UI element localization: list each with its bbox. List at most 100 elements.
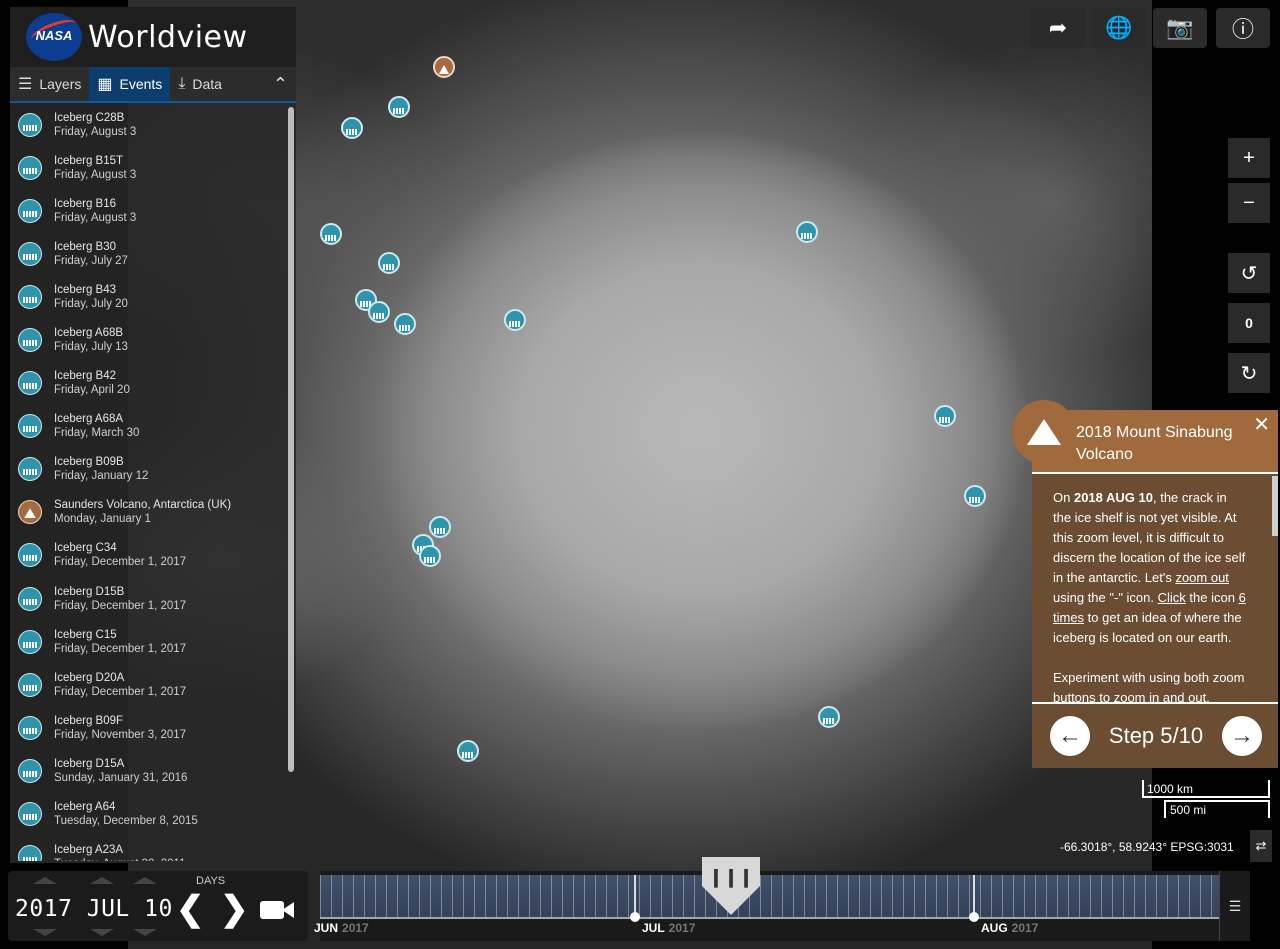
sidebar: NASA Worldview ☰ Layers ▦ Events ⤓ Data … [10, 7, 296, 863]
collapse-sidebar-button[interactable]: ⌃ [265, 67, 296, 101]
iceberg-marker[interactable] [368, 301, 390, 323]
iceberg-icon [18, 371, 42, 396]
event-name: Iceberg A68A [54, 413, 124, 426]
iceberg-marker[interactable] [419, 545, 441, 567]
iceberg-icon [18, 758, 42, 783]
day-down-arrow[interactable] [133, 929, 157, 936]
previous-day-button[interactable]: ❮ [176, 889, 205, 929]
event-text: Iceberg A68A Friday, March 30 [54, 412, 139, 440]
tab-label: Layers [39, 76, 82, 92]
iceberg-marker[interactable] [378, 252, 400, 274]
next-step-button[interactable]: → [1222, 716, 1262, 756]
event-list-scrollbar[interactable] [288, 107, 294, 772]
month-down-arrow[interactable] [90, 929, 114, 936]
iceberg-marker[interactable] [394, 313, 416, 335]
event-list-item[interactable]: Iceberg B09B Friday, January 12 [10, 448, 286, 491]
iceberg-marker[interactable] [818, 706, 840, 728]
iceberg-marker[interactable] [796, 221, 818, 243]
coordinates-readout: -66.3018°, 58.9243° EPSG:3031 [1060, 840, 1234, 854]
event-list-item[interactable]: Iceberg B15T Friday, August 3 [10, 146, 286, 189]
event-list-item[interactable]: Iceberg C34 Friday, December 1, 2017 [10, 534, 286, 577]
date-selector: 2017 JUL 10 DAYS ❮ ❯ [8, 871, 308, 941]
share-button[interactable]: ➦ [1031, 8, 1085, 48]
rotate-left-icon: ↺ [1240, 262, 1258, 285]
event-list-item[interactable]: Iceberg B16 Friday, August 3 [10, 189, 286, 232]
info-button[interactable]: ⓘ [1216, 8, 1270, 48]
event-list-item[interactable]: Iceberg C28B Friday, August 3 [10, 103, 286, 146]
current-date[interactable]: 2017 JUL 10 [15, 896, 173, 922]
event-list-item[interactable]: Iceberg D20A Friday, December 1, 2017 [10, 663, 286, 706]
nasa-logo: NASA [26, 13, 82, 61]
click-link[interactable]: Click [1158, 590, 1186, 605]
year-down-arrow[interactable] [33, 929, 57, 936]
projection-button[interactable]: 🌐 [1092, 8, 1146, 48]
year: 2017 [1011, 921, 1039, 935]
previous-step-button[interactable]: ← [1050, 716, 1090, 756]
volcano-icon [18, 500, 42, 525]
event-list-item[interactable]: Iceberg A68B Friday, July 13 [10, 318, 286, 361]
chevron-left-icon: ❮ [176, 890, 205, 928]
event-list-item[interactable]: Iceberg D15A Sunday, January 31, 2016 [10, 749, 286, 792]
event-list-item[interactable]: Iceberg D15B Friday, December 1, 2017 [10, 577, 286, 620]
timeline-data-band [320, 875, 1220, 917]
sidebar-tabs: ☰ Layers ▦ Events ⤓ Data ⌃ [10, 67, 296, 103]
iceberg-marker[interactable] [964, 485, 986, 507]
event-text: Iceberg B43 Friday, July 20 [54, 283, 128, 311]
iceberg-marker[interactable] [457, 740, 479, 762]
tab-layers[interactable]: ☰ Layers [10, 67, 89, 101]
event-list-item[interactable]: Iceberg A64 Tuesday, December 8, 2015 [10, 793, 286, 836]
tab-data[interactable]: ⤓ Data [170, 67, 230, 101]
year-up-arrow[interactable] [33, 877, 57, 884]
timeline-menu-button[interactable]: ☰ [1219, 871, 1250, 941]
zoom-out-link[interactable]: zoom out [1175, 570, 1228, 585]
event-list-item[interactable]: Saunders Volcano, Antarctica (UK) Monday,… [10, 491, 286, 534]
year: 2017 [668, 921, 696, 935]
event-name: Iceberg B43 [54, 283, 117, 296]
iceberg-marker[interactable] [388, 96, 410, 118]
rotate-right-button[interactable]: ↻ [1228, 353, 1270, 393]
iceberg-marker[interactable] [320, 223, 342, 245]
brand-header[interactable]: NASA Worldview [10, 7, 296, 67]
arrow-left-icon: ← [1058, 722, 1082, 749]
iceberg-icon [18, 715, 42, 740]
iceberg-icon [18, 586, 42, 611]
event-list-item[interactable]: Iceberg B09F Friday, November 3, 2017 [10, 706, 286, 749]
chevron-up-icon: ⌃ [272, 73, 288, 94]
iceberg-icon [18, 543, 42, 568]
tour-scrollbar[interactable] [1272, 476, 1278, 536]
tab-events[interactable]: ▦ Events [89, 67, 171, 101]
next-day-button[interactable]: ❯ [220, 889, 249, 929]
close-icon[interactable]: ✕ [1253, 412, 1270, 437]
tour-footer: ← Step 5/10 → [1032, 702, 1278, 768]
timeline[interactable]: JUN 2017 JUL 2017 AUG 2017 ❙❙❙ ☰ [314, 857, 1250, 941]
snapshot-button[interactable]: 📷 [1153, 8, 1207, 48]
volcano-marker[interactable] [433, 56, 455, 78]
iceberg-icon [18, 284, 42, 309]
rotate-left-button[interactable]: ↺ [1228, 253, 1270, 293]
video-camera-icon[interactable] [260, 901, 294, 919]
text: using the "-" icon. [1053, 590, 1158, 605]
iceberg-marker[interactable] [429, 516, 451, 538]
event-date: Friday, January 12 [54, 470, 149, 483]
event-text: Iceberg D20A Friday, December 1, 2017 [54, 671, 186, 699]
event-list-item[interactable]: Iceberg B30 Friday, July 27 [10, 232, 286, 275]
iceberg-marker[interactable] [934, 405, 956, 427]
iceberg-marker[interactable] [504, 309, 526, 331]
zoom-out-button[interactable]: − [1228, 183, 1270, 223]
event-list-item[interactable]: Iceberg B43 Friday, July 20 [10, 275, 286, 318]
event-list-item[interactable]: Iceberg A68A Friday, March 30 [10, 405, 286, 448]
event-list-item[interactable]: Iceberg C15 Friday, December 1, 2017 [10, 620, 286, 663]
zoom-in-button[interactable]: + [1228, 138, 1270, 178]
reset-rotation-button[interactable]: 0 [1228, 303, 1270, 343]
event-name: Iceberg B30 [54, 240, 117, 253]
month-up-arrow[interactable] [90, 877, 114, 884]
event-name: Iceberg C15 [54, 628, 117, 641]
interval-label[interactable]: DAYS [196, 875, 225, 887]
tour-paragraph: Experiment with using both zoom buttons … [1053, 670, 1245, 702]
event-list-item[interactable]: Iceberg A23ATuesday, August 30, 2011 [10, 836, 286, 861]
event-list-item[interactable]: Iceberg B42 Friday, April 20 [10, 362, 286, 405]
coordinate-format-button[interactable]: ⇄ [1250, 830, 1272, 862]
iceberg-marker[interactable] [341, 117, 363, 139]
day-up-arrow[interactable] [133, 877, 157, 884]
timeline-month-dot [630, 912, 640, 922]
